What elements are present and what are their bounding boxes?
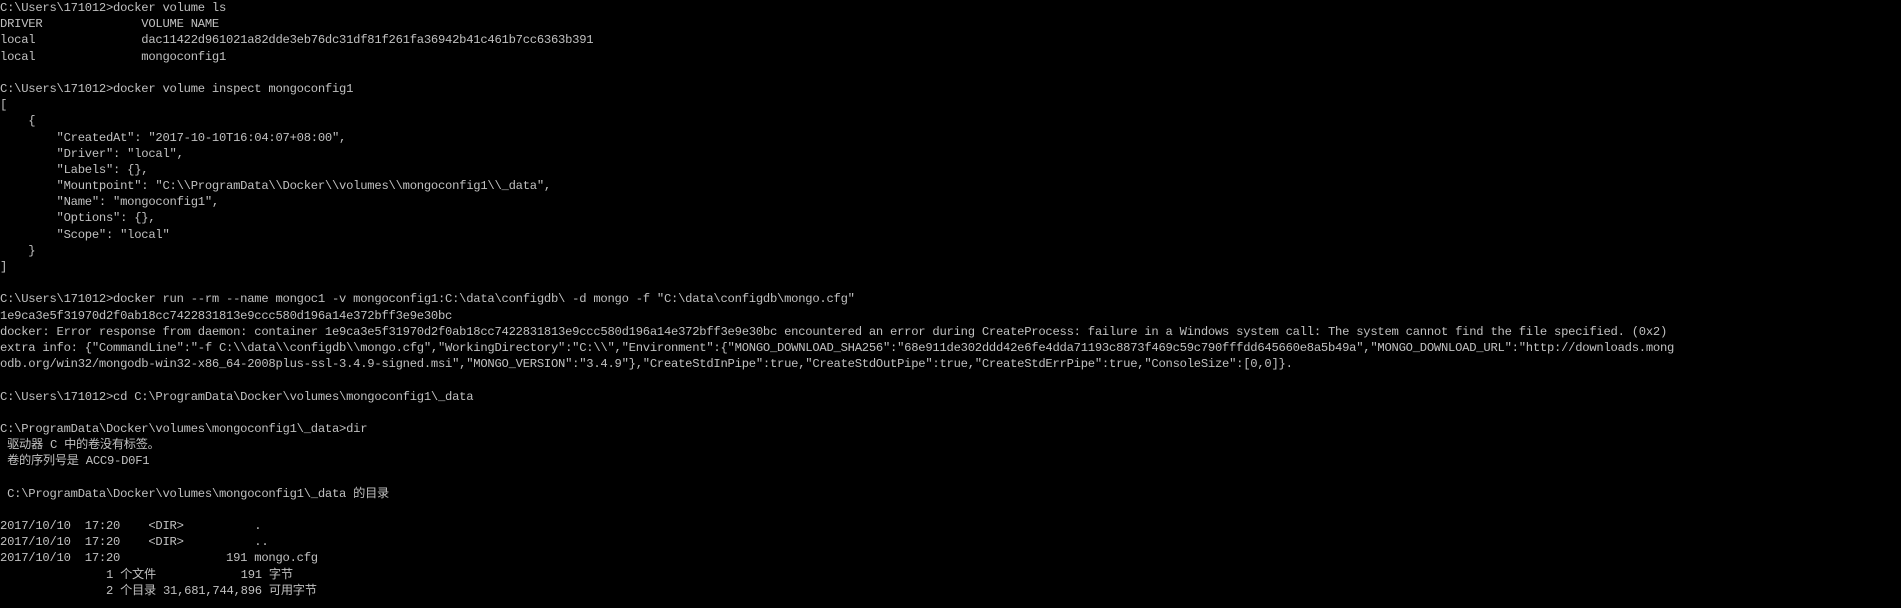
console-line-cmd-volume-ls: C:\Users\171012>docker volume ls xyxy=(0,1,227,15)
console-line-json: "Labels": {}, xyxy=(0,162,149,177)
console-line-json: [ xyxy=(0,98,8,113)
console-line-error-extra-info: extra info: {"CommandLine":"-f C:\\data\… xyxy=(0,340,1675,355)
console-line-cmd-docker-run: C:\Users\171012>docker run --rm --name m… xyxy=(0,292,855,307)
console-line-dir-summary: 1 个文件 191 字节 xyxy=(0,567,293,582)
console-line-container-id: 1e9ca3e5f31970d2f0ab18cc7422831813e9ccc5… xyxy=(0,308,453,323)
console-line-dir-output: 卷的序列号是 ACC9-D0F1 xyxy=(0,454,150,469)
console-line-volume-header: DRIVER VOLUME NAME xyxy=(0,17,219,32)
console-line-cmd-cd: C:\Users\171012>cd C:\ProgramData\Docker… xyxy=(0,389,474,404)
console-line-dir-output: 驱动器 C 中的卷没有标签。 xyxy=(0,438,160,453)
console-line-json: "Scope": "local" xyxy=(0,227,170,242)
console-line-json: { xyxy=(0,114,36,129)
console-line-json: "Mountpoint": "C:\\ProgramData\\Docker\\… xyxy=(0,179,552,194)
console-line-dir-entry: 2017/10/10 17:20 191 mongo.cfg xyxy=(0,551,318,566)
console-line-json: ] xyxy=(0,260,8,274)
console-line-error: docker: Error response from daemon: cont… xyxy=(0,324,1668,339)
console-line-volume-row: local dac11422d961021a82dde3eb76dc31df81… xyxy=(0,33,594,48)
console-line-json: "Driver": "local", xyxy=(0,146,184,161)
console-line-json: "CreatedAt": "2017-10-10T16:04:07+08:00"… xyxy=(0,130,347,145)
console-line-dir-output: C:\ProgramData\Docker\volumes\mongoconfi… xyxy=(0,486,389,501)
console-line-dir-entry: 2017/10/10 17:20 <DIR> .. xyxy=(0,535,269,550)
console-line-json: } xyxy=(0,243,36,258)
console-window[interactable]: C:\Users\171012>docker volume ls DRIVER … xyxy=(0,0,1901,608)
console-line-error-extra-info: odb.org/win32/mongodb-win32-x86_64-2008p… xyxy=(0,357,1293,372)
console-line-cmd-volume-inspect: C:\Users\171012>docker volume inspect mo… xyxy=(0,81,354,96)
console-line-dir-entry: 2017/10/10 17:20 <DIR> . xyxy=(0,519,262,533)
console-line-volume-row: local mongoconfig1 xyxy=(0,49,227,64)
console-line-json: "Options": {}, xyxy=(0,211,156,226)
console-line-cmd-dir: C:\ProgramData\Docker\volumes\mongoconfi… xyxy=(0,421,368,436)
console-line-dir-summary: 2 个目录 31,681,744,896 可用字节 xyxy=(0,583,317,598)
console-line-json: "Name": "mongoconfig1", xyxy=(0,195,220,210)
